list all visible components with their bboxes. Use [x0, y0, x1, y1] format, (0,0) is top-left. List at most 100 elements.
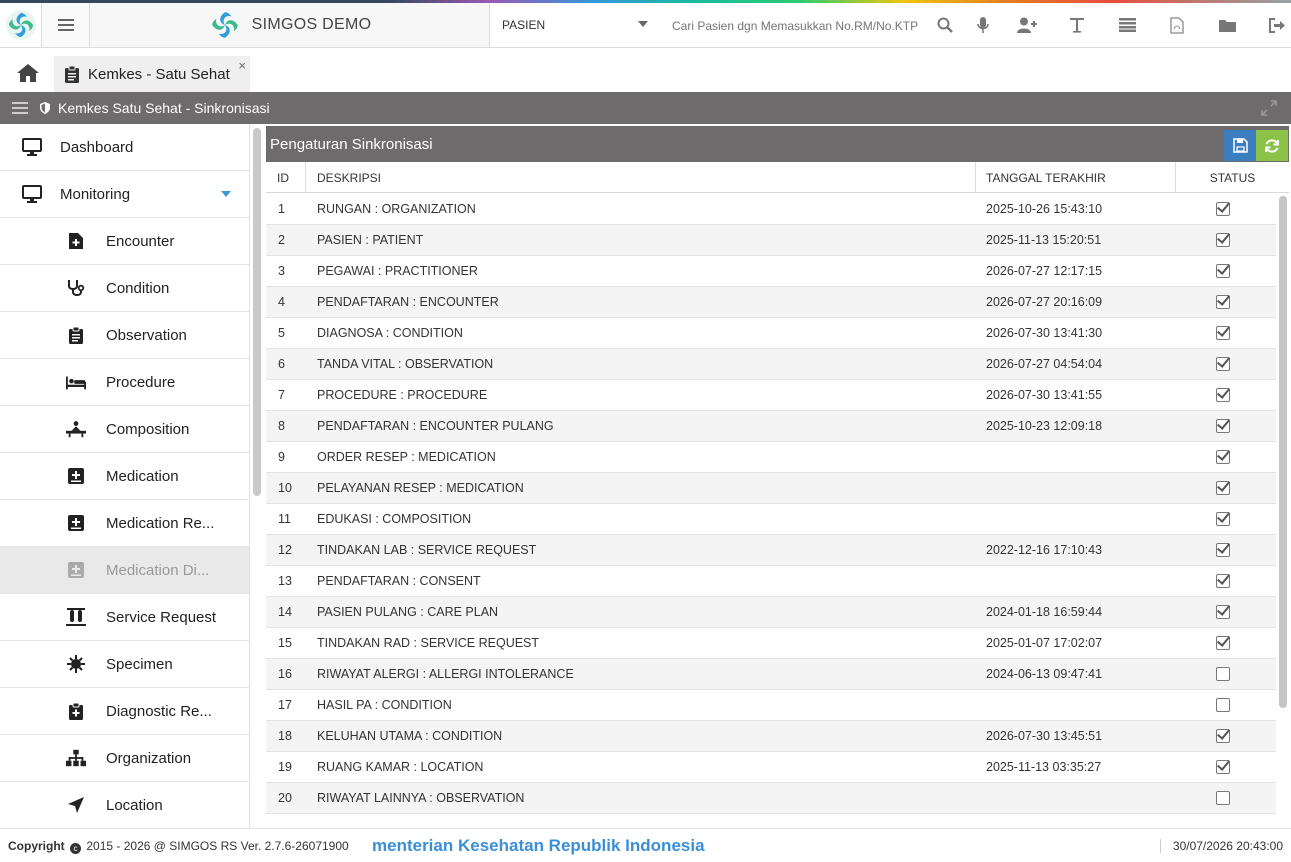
- status-checkbox[interactable]: [1216, 202, 1230, 216]
- menu-toggle-button[interactable]: [42, 3, 90, 47]
- cell-description: PENDAFTARAN : CONSENT: [317, 574, 481, 588]
- column-header-id[interactable]: ID: [266, 162, 306, 193]
- search-type-select[interactable]: PASIEN: [490, 3, 660, 47]
- cell-description: ORDER RESEP : MEDICATION: [317, 450, 496, 464]
- search-button[interactable]: [926, 3, 964, 47]
- status-checkbox[interactable]: [1216, 512, 1230, 526]
- status-checkbox[interactable]: [1216, 760, 1230, 774]
- text-button[interactable]: [1052, 3, 1102, 47]
- sidebar-item-medication-request[interactable]: Medication Re...: [0, 500, 249, 547]
- sidebar-item-service-request[interactable]: Service Request: [0, 594, 249, 641]
- toolbar-icons: [926, 3, 1291, 47]
- status-checkbox[interactable]: [1216, 233, 1230, 247]
- table-row[interactable]: 8 PENDAFTARAN : ENCOUNTER PULANG 2025-10-2…: [266, 411, 1276, 442]
- tab-kemkes-satu-sehat[interactable]: Kemkes - Satu Sehat ×: [54, 56, 250, 92]
- table-row[interactable]: 6 TANDA VITAL : OBSERVATION 2026-07-27 04:…: [266, 349, 1276, 380]
- sidebar-item-monitoring[interactable]: Monitoring: [0, 171, 249, 218]
- table-row[interactable]: 17 HASIL PA : CONDITION: [266, 690, 1276, 721]
- cell-status: [1216, 318, 1230, 348]
- column-header-status[interactable]: STATUS: [1176, 162, 1289, 193]
- cell-id: 6: [278, 357, 285, 371]
- monitor-icon: [22, 184, 42, 204]
- table-row[interactable]: 5 DIAGNOSA : CONDITION 2026-07-30 13:41:30: [266, 318, 1276, 349]
- content-header: Pengaturan Sinkronisasi: [266, 126, 1289, 162]
- sidebar-item-dashboard[interactable]: Dashboard: [0, 124, 249, 171]
- panel-header: Kemkes Satu Sehat - Sinkronisasi: [0, 92, 1291, 124]
- folder-button[interactable]: [1202, 3, 1252, 47]
- table-row[interactable]: 12 TINDAKAN LAB : SERVICE REQUEST 2022-12-…: [266, 535, 1276, 566]
- sidebar-item-label: Specimen: [106, 655, 173, 673]
- status-checkbox[interactable]: [1216, 543, 1230, 557]
- sidebar-item-medication[interactable]: Medication: [0, 453, 249, 500]
- status-checkbox[interactable]: [1216, 605, 1230, 619]
- status-checkbox[interactable]: [1216, 388, 1230, 402]
- add-patient-button[interactable]: [1002, 3, 1052, 47]
- save-button[interactable]: [1224, 130, 1256, 161]
- table-row[interactable]: 9 ORDER RESEP : MEDICATION: [266, 442, 1276, 473]
- sidebar-item-specimen[interactable]: Specimen: [0, 641, 249, 688]
- status-checkbox[interactable]: [1216, 295, 1230, 309]
- table-header: ID DESKRIPSI TANGGAL TERAKHIR STATUS: [266, 162, 1289, 193]
- table-row[interactable]: 1 RUNGAN : ORGANIZATION 2025-10-26 15:43:1…: [266, 194, 1276, 225]
- status-checkbox[interactable]: [1216, 667, 1230, 681]
- voice-search-button[interactable]: [964, 3, 1002, 47]
- close-icon[interactable]: ×: [238, 58, 246, 73]
- list-button[interactable]: [1102, 3, 1152, 47]
- table-row[interactable]: 10 PELAYANAN RESEP : MEDICATION: [266, 473, 1276, 504]
- patient-search-input[interactable]: [662, 13, 920, 39]
- app-logo[interactable]: [0, 3, 42, 47]
- table-row[interactable]: 2 PASIEN : PATIENT 2025-11-13 15:20:51: [266, 225, 1276, 256]
- table-row[interactable]: 19 RUANG KAMAR : LOCATION 2025-11-13 03:35…: [266, 752, 1276, 783]
- table-row[interactable]: 4 PENDAFTARAN : ENCOUNTER 2026-07-27 20:16…: [266, 287, 1276, 318]
- sidebar-item-observation[interactable]: Observation: [0, 312, 249, 359]
- table-row[interactable]: 15 TINDAKAN RAD : SERVICE REQUEST 2025-01-…: [266, 628, 1276, 659]
- table-row[interactable]: 3 PEGAWAI : PRACTITIONER 2026-07-27 12:17:…: [266, 256, 1276, 287]
- copyright-text: 2015 - 2026 @ SIMGOS RS Ver. 2.7.6-26071…: [86, 839, 349, 853]
- expand-icon[interactable]: [1261, 100, 1277, 116]
- sidebar-item-condition[interactable]: Condition: [0, 265, 249, 312]
- table-scrollbar[interactable]: [1279, 196, 1287, 708]
- status-checkbox[interactable]: [1216, 450, 1230, 464]
- table-row[interactable]: 11 EDUKASI : COMPOSITION: [266, 504, 1276, 535]
- hamburger-icon[interactable]: [12, 102, 28, 114]
- status-checkbox[interactable]: [1216, 481, 1230, 495]
- sidebar-item-diagnostic-report[interactable]: Diagnostic Re...: [0, 688, 249, 735]
- home-icon: [17, 64, 39, 82]
- status-checkbox[interactable]: [1216, 636, 1230, 650]
- table-row[interactable]: 20 RIWAYAT LAINNYA : OBSERVATION: [266, 783, 1276, 814]
- home-button[interactable]: [10, 58, 46, 88]
- sidebar-item-medication-dispense[interactable]: Medication Di...: [0, 547, 249, 594]
- refresh-button[interactable]: [1256, 130, 1288, 161]
- table-row[interactable]: 13 PENDAFTARAN : CONSENT: [266, 566, 1276, 597]
- monitor-icon: [22, 137, 42, 157]
- status-checkbox[interactable]: [1216, 574, 1230, 588]
- sidebar-scrollbar[interactable]: [253, 128, 261, 496]
- logout-button[interactable]: [1252, 3, 1291, 47]
- sidebar-item-location[interactable]: Location: [0, 782, 249, 828]
- table-row[interactable]: 14 PASIEN PULANG : CARE PLAN 2024-01-18 16…: [266, 597, 1276, 628]
- status-checkbox[interactable]: [1216, 698, 1230, 712]
- status-checkbox[interactable]: [1216, 357, 1230, 371]
- sidebar-item-organization[interactable]: Organization: [0, 735, 249, 782]
- status-checkbox[interactable]: [1216, 326, 1230, 340]
- pdf-button[interactable]: [1152, 3, 1202, 47]
- cell-description: PEGAWAI : PRACTITIONER: [317, 264, 478, 278]
- column-header-description[interactable]: DESKRIPSI: [306, 162, 976, 193]
- table-row[interactable]: 18 KELUHAN UTAMA : CONDITION 2026-07-30 13…: [266, 721, 1276, 752]
- cell-description: PELAYANAN RESEP : MEDICATION: [317, 481, 524, 495]
- brand[interactable]: SIMGOS DEMO: [90, 3, 490, 47]
- status-checkbox[interactable]: [1216, 264, 1230, 278]
- table-row[interactable]: 16 RIWAYAT ALERGI : ALLERGI INTOLERANCE 20…: [266, 659, 1276, 690]
- column-header-last-date[interactable]: TANGGAL TERAKHIR: [976, 162, 1176, 193]
- cell-last-date: 2026-07-30 13:45:51: [986, 729, 1103, 743]
- table-row[interactable]: 7 PROCEDURE : PROCEDURE 2026-07-30 13:41:5…: [266, 380, 1276, 411]
- cell-id: 11: [278, 512, 291, 526]
- status-checkbox[interactable]: [1216, 729, 1230, 743]
- status-checkbox[interactable]: [1216, 419, 1230, 433]
- sidebar-item-composition[interactable]: Composition: [0, 406, 249, 453]
- sidebar-item-procedure[interactable]: Procedure: [0, 359, 249, 406]
- cell-last-date: 2022-12-16 17:10:43: [986, 543, 1103, 557]
- cell-id: 7: [278, 388, 285, 402]
- status-checkbox[interactable]: [1216, 791, 1230, 805]
- sidebar-item-encounter[interactable]: Encounter: [0, 218, 249, 265]
